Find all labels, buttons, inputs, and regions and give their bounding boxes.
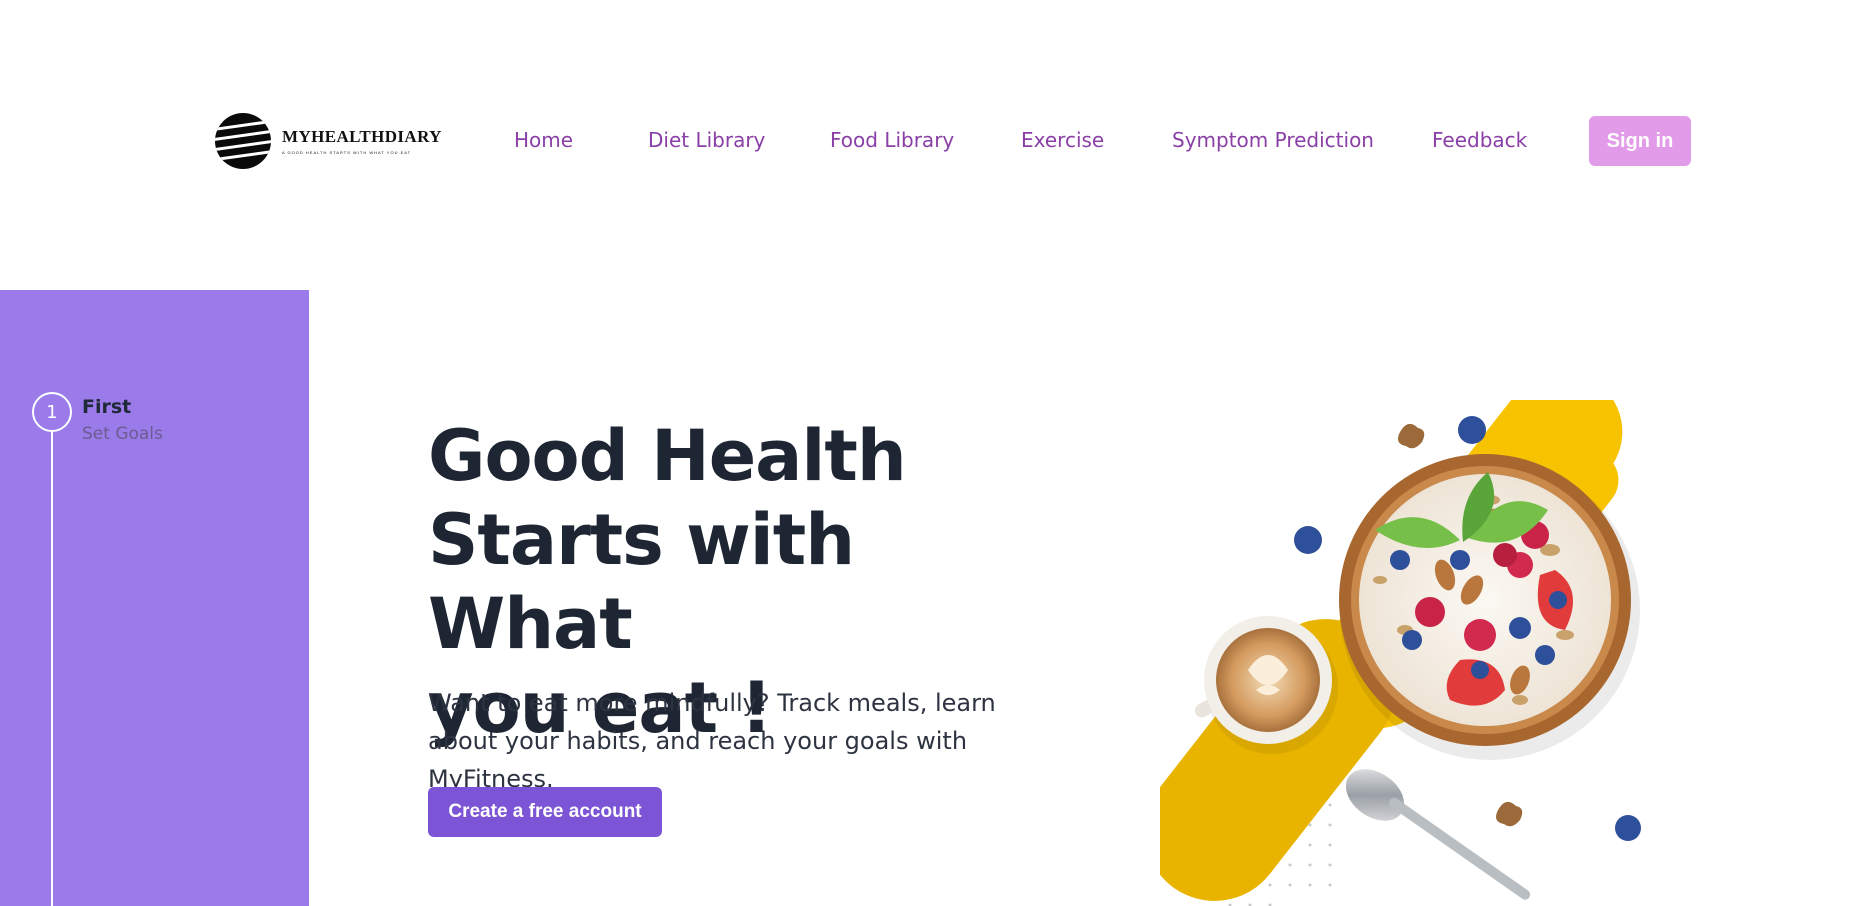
site-header: MYHEALTHDIARY A GOOD HEALTH STARTS WITH …: [0, 0, 1868, 290]
hero-description: Want to eat more mindfully? Track meals,…: [428, 689, 996, 793]
sign-in-button[interactable]: Sign in: [1589, 116, 1691, 166]
step-connector-line: [51, 432, 53, 906]
step-number-badge: 1: [32, 392, 72, 432]
nav-home[interactable]: Home: [514, 128, 573, 152]
nav-symptom-prediction[interactable]: Symptom Prediction: [1172, 128, 1374, 152]
nav-exercise[interactable]: Exercise: [1021, 128, 1104, 152]
steps-sidebar: 1 First Set Goals: [0, 290, 309, 906]
main-nav: Home Diet Library Food Library Exercise …: [0, 128, 1868, 158]
nav-feedback[interactable]: Feedback: [1432, 128, 1527, 152]
hero-title-line-1: Good Health: [428, 415, 907, 497]
step-subtitle: Set Goals: [82, 424, 163, 444]
spoon: [1345, 769, 1531, 900]
hero-title-line-2: Starts with What: [428, 499, 855, 665]
create-account-button[interactable]: Create a free account: [428, 787, 662, 837]
nav-food-library[interactable]: Food Library: [830, 128, 954, 152]
breakfast-bowl-illustration: [1160, 400, 1641, 906]
step-title: First: [82, 396, 132, 418]
nav-diet-library[interactable]: Diet Library: [648, 128, 765, 152]
landing-page: MYHEALTHDIARY A GOOD HEALTH STARTS WITH …: [0, 0, 1868, 906]
